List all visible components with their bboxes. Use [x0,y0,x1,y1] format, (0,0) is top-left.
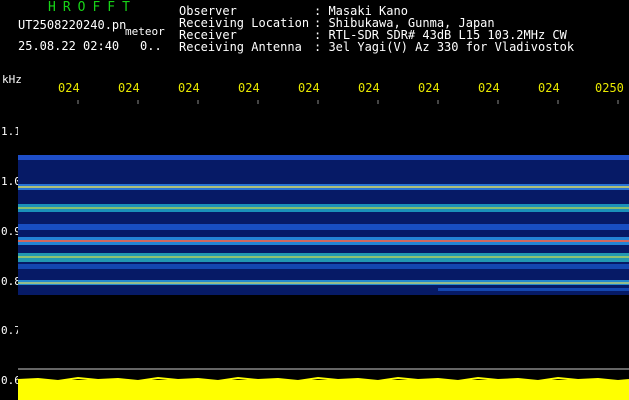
app-title: HROFFT [48,0,137,15]
x-tick-7: 024 [418,81,440,95]
x-tick-4: 024 [238,81,260,95]
spectrogram-plot [18,100,629,400]
antenna-label: Receiving Antenna [179,40,302,54]
x-tick-8: 024 [478,81,500,95]
count-value: 0.. [140,39,162,53]
power-trace [18,380,629,400]
x-tick-9: 024 [538,81,560,95]
file-type: meteor [125,25,165,38]
date-time: 25.08.22 02:40 [18,39,120,53]
x-tick-6: 024 [358,81,380,95]
x-tick-10: 0250 [595,81,624,95]
x-tick-3: 024 [178,81,200,95]
antenna-value: : 3el Yagi(V) Az 330 for Vladivostok [314,40,575,54]
x-tick-5: 024 [298,81,320,95]
x-tick-2: 024 [118,81,140,95]
file-name: UT2508220240.pn [18,18,127,32]
x-tick-1: 024 [58,81,80,95]
noise-region-top [18,155,629,160]
y-axis-unit: kHz [2,73,22,86]
